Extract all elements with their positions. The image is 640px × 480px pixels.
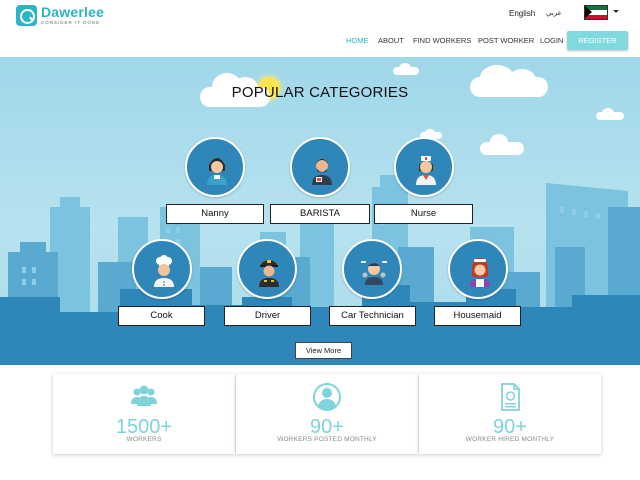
category-nurse-avatar[interactable] bbox=[394, 137, 454, 197]
stat-label: WORKERS bbox=[126, 436, 162, 443]
stat-label: WORKERS POSTED MONTHLY bbox=[277, 436, 377, 443]
category-nanny-label[interactable]: Nanny bbox=[166, 204, 264, 224]
nanny-icon bbox=[207, 158, 227, 185]
housemaid-icon bbox=[470, 258, 490, 287]
user-circle-icon bbox=[313, 383, 341, 411]
stat-label: WORKER HIRED MONTHLY bbox=[465, 436, 555, 443]
cloud-icon bbox=[596, 108, 624, 120]
page: Dawerlee CONSIDER IT DONE English عربي H… bbox=[0, 0, 640, 480]
nurse-icon bbox=[416, 156, 436, 185]
kuwait-flag-icon[interactable] bbox=[584, 5, 608, 20]
nav-post-worker[interactable]: POST WORKER bbox=[478, 36, 534, 45]
view-more-button[interactable]: View More bbox=[295, 342, 352, 359]
language-arabic-link[interactable]: عربي bbox=[546, 9, 562, 17]
logo-name: Dawerlee bbox=[41, 4, 105, 20]
category-cook-avatar[interactable] bbox=[132, 239, 192, 299]
logo-search-icon bbox=[16, 5, 37, 26]
category-car-technician-label[interactable]: Car Technician bbox=[329, 306, 416, 326]
stat-card-workers-posted: 90+ WORKERS POSTED MONTHLY bbox=[236, 374, 418, 454]
nav-home[interactable]: HOME bbox=[346, 36, 369, 45]
nav-login[interactable]: LOGIN bbox=[540, 36, 563, 45]
nav-about[interactable]: ABOUT bbox=[378, 36, 404, 45]
car-technician-icon bbox=[361, 261, 387, 285]
stat-card-workers-hired: 90+ WORKER HIRED MONTHLY bbox=[419, 374, 601, 454]
logo-text: Dawerlee CONSIDER IT DONE bbox=[41, 5, 104, 26]
category-cook-label[interactable]: Cook bbox=[118, 306, 205, 326]
driver-icon bbox=[259, 260, 279, 287]
logo-tagline: CONSIDER IT DONE bbox=[41, 20, 101, 25]
category-nanny-avatar[interactable] bbox=[185, 137, 245, 197]
document-certificate-icon bbox=[501, 383, 520, 411]
section-title: POPULAR CATEGORIES bbox=[231, 84, 409, 101]
category-housemaid-label[interactable]: Housemaid bbox=[434, 306, 521, 326]
logo[interactable]: Dawerlee CONSIDER IT DONE bbox=[16, 5, 104, 26]
stat-card-workers: 1500+ WORKERS bbox=[53, 374, 235, 454]
chevron-down-icon[interactable] bbox=[613, 10, 619, 13]
category-nurse-label[interactable]: Nurse bbox=[374, 204, 473, 224]
category-housemaid-avatar[interactable] bbox=[448, 239, 508, 299]
cloud-icon bbox=[480, 134, 524, 155]
category-driver-label[interactable]: Driver bbox=[224, 306, 311, 326]
users-group-icon bbox=[131, 385, 157, 406]
nav-find-workers[interactable]: FIND WORKERS bbox=[413, 36, 471, 45]
hero-section: POPULAR CATEGORIES Nanny BARISTA Nurse C… bbox=[0, 57, 640, 365]
register-button[interactable]: REGISTER bbox=[567, 31, 628, 50]
cloud-icon bbox=[393, 63, 419, 75]
category-barista-label[interactable]: BARISTA bbox=[270, 204, 370, 224]
category-driver-avatar[interactable] bbox=[237, 239, 297, 299]
category-car-technician-avatar[interactable] bbox=[342, 239, 402, 299]
header: Dawerlee CONSIDER IT DONE English عربي H… bbox=[0, 0, 640, 56]
barista-icon bbox=[312, 159, 332, 185]
category-barista-avatar[interactable] bbox=[290, 137, 350, 197]
cook-icon bbox=[154, 255, 174, 287]
language-english-link[interactable]: English bbox=[509, 9, 535, 18]
